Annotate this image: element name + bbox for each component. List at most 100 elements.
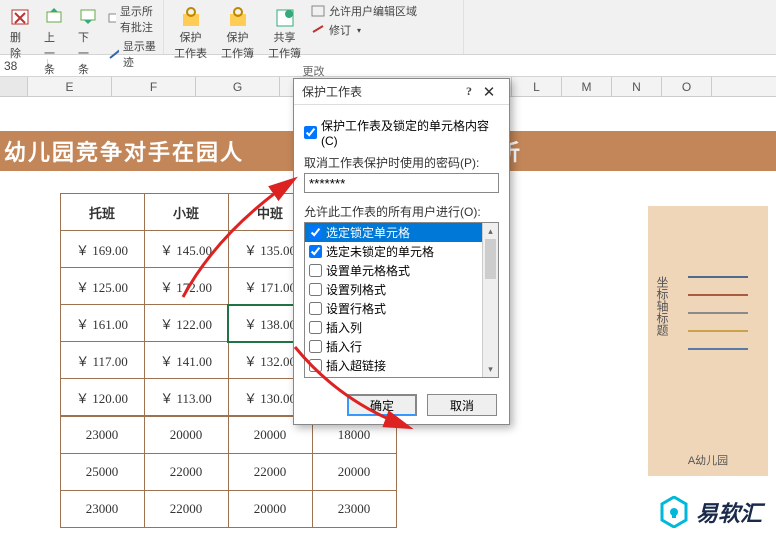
col-header[interactable]: N <box>612 77 662 96</box>
cell[interactable]: ￥ 120.00 <box>60 379 144 416</box>
permission-label: 设置列格式 <box>326 281 386 298</box>
share-book-button[interactable]: 共享 工作簿 <box>264 2 305 63</box>
permission-label: 插入超链接 <box>326 357 386 374</box>
cell[interactable]: 23000 <box>60 417 144 454</box>
protect-sheet-button[interactable]: 保护 工作表 <box>170 2 211 63</box>
scroll-up-icon[interactable]: ▴ <box>483 223 498 239</box>
page-title: 幼儿园竞争对手在园人 <box>4 135 244 167</box>
permission-checkbox[interactable] <box>309 226 322 239</box>
prev-comment-icon <box>44 4 64 28</box>
permission-checkbox[interactable] <box>309 283 322 296</box>
scroll-down-icon[interactable]: ▾ <box>483 361 498 377</box>
permission-checkbox[interactable] <box>309 321 322 334</box>
permission-checkbox[interactable] <box>309 340 322 353</box>
permission-checkbox[interactable] <box>309 359 322 372</box>
delete-comment-icon <box>10 4 30 28</box>
track-changes-button[interactable]: 修订 ▾ <box>311 21 417 39</box>
permission-item[interactable]: 删除列 <box>305 375 498 378</box>
permission-checkbox[interactable] <box>309 245 322 258</box>
show-all-comments-button[interactable]: 显示所有批注 <box>108 2 157 36</box>
share-icon <box>275 4 295 28</box>
cell[interactable]: ￥ 172.00 <box>144 268 228 305</box>
cell[interactable]: 22000 <box>144 454 228 491</box>
dropdown-icon: ▾ <box>357 26 361 35</box>
prev-comment-label: 上一条 <box>44 29 64 77</box>
chart-panel: 坐标轴标题 A幼儿园 <box>648 206 768 476</box>
cancel-button[interactable]: 取消 <box>427 394 497 416</box>
cell[interactable]: ￥ 117.00 <box>60 342 144 379</box>
permission-item[interactable]: 选定锁定单元格 <box>305 223 498 242</box>
protect-contents-checkbox[interactable]: 保护工作表及锁定的单元格内容(C) <box>304 117 499 148</box>
logo-text: 易软汇 <box>696 496 762 528</box>
ok-button[interactable]: 确定 <box>347 394 417 416</box>
cell[interactable]: ￥ 169.00 <box>60 231 144 268</box>
permission-checkbox[interactable] <box>309 264 322 277</box>
permission-label: 选定锁定单元格 <box>326 224 410 241</box>
permission-item[interactable]: 选定未锁定的单元格 <box>305 242 498 261</box>
prev-comment-button[interactable]: 上一条 <box>40 2 68 79</box>
protect-contents-checkbox-input[interactable] <box>304 126 317 139</box>
col-header[interactable]: E <box>28 77 112 96</box>
permission-label: 设置单元格格式 <box>326 262 410 279</box>
delete-comment-label: 删除 <box>10 29 30 61</box>
cell[interactable]: ￥ 145.00 <box>144 231 228 268</box>
cell[interactable]: 22000 <box>228 454 312 491</box>
data-table: 托班 小班 中班 ￥ 169.00￥ 145.00￥ 135.00￥￥ 125.… <box>0 193 337 416</box>
col-header[interactable]: L <box>512 77 562 96</box>
permission-item[interactable]: 插入超链接 <box>305 356 498 375</box>
track-label: 修订 <box>329 22 351 38</box>
cell[interactable]: ￥ 161.00 <box>60 305 144 342</box>
cell[interactable]: ￥ 125.00 <box>60 268 144 305</box>
dialog-titlebar[interactable]: 保护工作表 ? ✕ <box>294 79 509 105</box>
table-row: ￥ 120.00￥ 113.00￥ 130.00￥ <box>0 379 336 416</box>
show-ink-button[interactable]: 显示墨迹 <box>108 37 157 71</box>
cell[interactable]: 25000 <box>60 454 144 491</box>
cell[interactable]: 22000 <box>144 491 228 528</box>
protect-book-button[interactable]: 保护 工作簿 <box>217 2 258 63</box>
cell[interactable]: 20000 <box>312 454 396 491</box>
next-comment-button[interactable]: 下一条 <box>74 2 102 79</box>
permission-item[interactable]: 设置单元格格式 <box>305 261 498 280</box>
col-header[interactable]: F <box>112 77 196 96</box>
permissions-listbox[interactable]: 选定锁定单元格选定未锁定的单元格设置单元格格式设置列格式设置行格式插入列插入行插… <box>304 222 499 378</box>
password-input[interactable] <box>304 173 499 193</box>
permission-item[interactable]: 插入行 <box>305 337 498 356</box>
cell[interactable]: ￥ 113.00 <box>144 379 228 416</box>
ink-icon <box>108 48 119 60</box>
col-header[interactable]: G <box>196 77 280 96</box>
permission-label: 插入列 <box>326 319 362 336</box>
cell[interactable]: 23000 <box>312 491 396 528</box>
col-header[interactable]: M <box>562 77 612 96</box>
cell[interactable]: ￥ 122.00 <box>144 305 228 342</box>
table-row: ￥ 161.00￥ 122.00￥ 138.00￥ <box>0 305 336 342</box>
listbox-scrollbar[interactable]: ▴ ▾ <box>482 223 498 377</box>
permission-item[interactable]: 设置行格式 <box>305 299 498 318</box>
edit-range-label: 允许用户编辑区域 <box>329 3 417 19</box>
lock-sheet-icon <box>181 4 201 28</box>
permission-item[interactable]: 插入列 <box>305 318 498 337</box>
permission-checkbox[interactable] <box>309 302 322 315</box>
cell[interactable]: 23000 <box>60 491 144 528</box>
help-icon[interactable]: ? <box>461 84 477 99</box>
chart-series-line <box>688 294 748 296</box>
share-book-label: 共享 工作簿 <box>268 29 301 61</box>
cell[interactable]: ￥ 141.00 <box>144 342 228 379</box>
chart-series-line <box>688 276 748 278</box>
edit-range-button[interactable]: 允许用户编辑区域 <box>311 2 417 20</box>
col-header[interactable]: O <box>662 77 712 96</box>
close-icon[interactable]: ✕ <box>477 83 501 101</box>
permission-label: 设置行格式 <box>326 300 386 317</box>
table-row: ￥ 117.00￥ 141.00￥ 132.00￥ <box>0 342 336 379</box>
permission-item[interactable]: 设置列格式 <box>305 280 498 299</box>
permission-label: 删除列 <box>326 376 362 378</box>
cell[interactable]: 20000 <box>144 417 228 454</box>
table-header[interactable]: 小班 <box>144 194 228 231</box>
table-header[interactable]: 托班 <box>60 194 144 231</box>
select-all-corner[interactable] <box>0 77 28 96</box>
chart-series-line <box>688 330 748 332</box>
table-row: 25000220002200020000 <box>0 454 396 491</box>
cell[interactable]: 20000 <box>228 491 312 528</box>
dialog-title: 保护工作表 <box>302 83 461 100</box>
delete-comment-button[interactable]: 删除 <box>6 2 34 79</box>
scroll-thumb[interactable] <box>485 239 496 279</box>
